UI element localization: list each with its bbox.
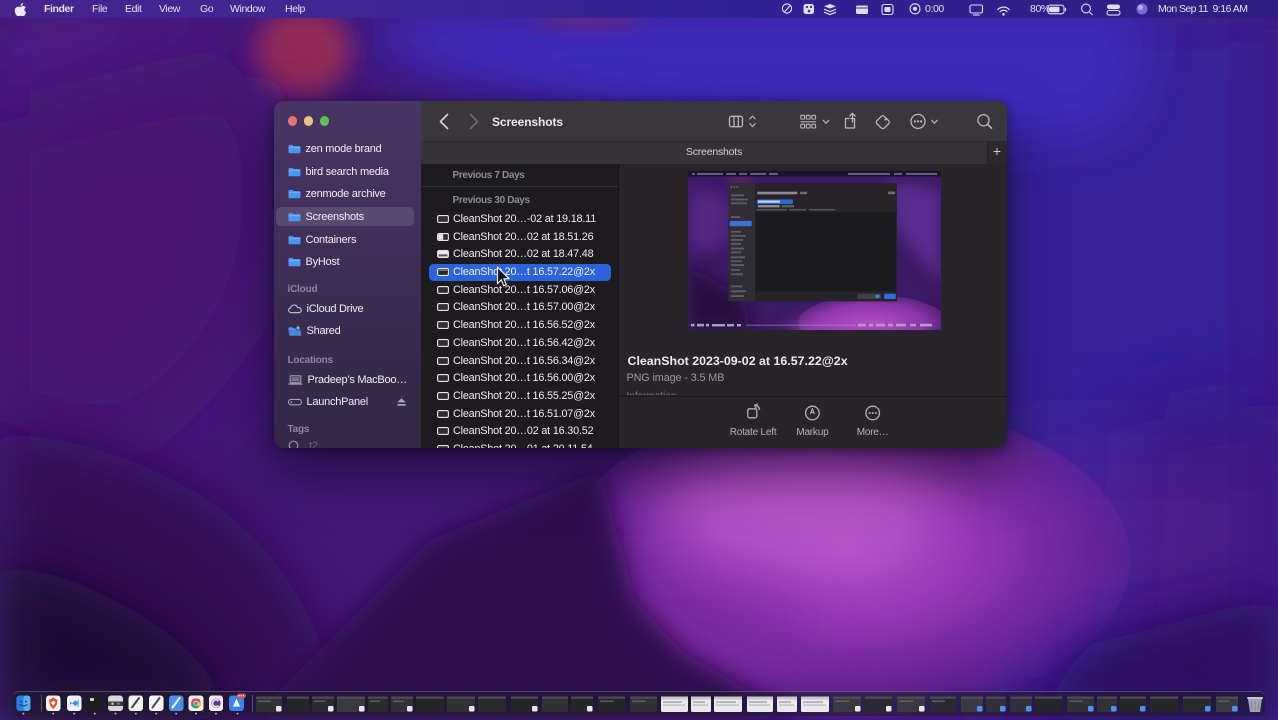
svg-text:Rotate Left: Rotate Left [729,427,776,438]
svg-text:More…: More… [856,427,888,438]
svg-text:Screenshots: Screenshots [492,114,563,128]
svg-text:Markup: Markup [796,427,829,438]
